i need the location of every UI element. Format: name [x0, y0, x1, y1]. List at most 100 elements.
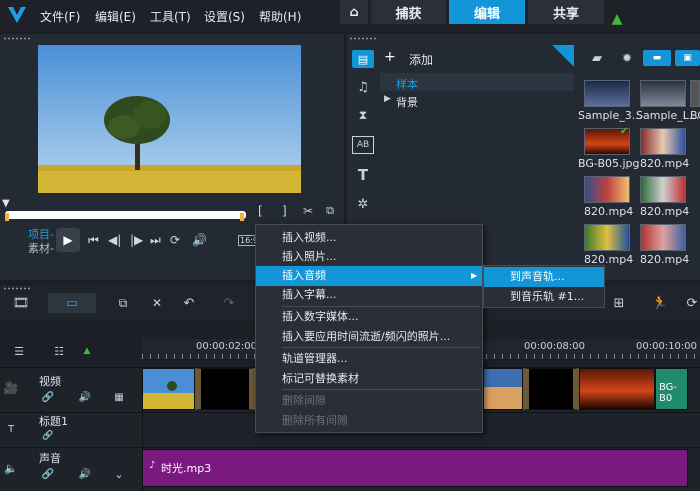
- split-scissors-icon[interactable]: ✂: [300, 203, 316, 219]
- track-label-video: 视频: [39, 375, 61, 388]
- audio-clip[interactable]: ♪ 时光.mp3: [142, 449, 688, 487]
- menu-insert-photo[interactable]: 插入照片...: [256, 247, 482, 267]
- thumb-820-d[interactable]: [584, 224, 630, 251]
- tab-capture[interactable]: 捕获: [371, 0, 446, 24]
- add-track-arrow-icon[interactable]: ▲: [80, 345, 94, 357]
- upload-arrow-icon[interactable]: ▲: [608, 10, 626, 28]
- menu-delete-all-gaps: 删除所有间隙: [282, 414, 348, 427]
- home-tab-button[interactable]: ⌂: [340, 0, 368, 24]
- import-folder-icon[interactable]: ▰: [588, 50, 606, 66]
- thumb-sample-3[interactable]: [584, 80, 630, 107]
- chevron-down-icon[interactable]: ⌄: [112, 467, 126, 481]
- tab-share[interactable]: 共享: [528, 0, 604, 24]
- show-photos-icon[interactable]: ▣: [675, 50, 700, 66]
- thumb-label: 820.mp4: [640, 253, 690, 266]
- grid-icon[interactable]: ⊞: [610, 294, 628, 312]
- storyboard-view-icon[interactable]: 🎞: [10, 294, 32, 312]
- mode-clip[interactable]: 素材-: [28, 240, 54, 256]
- menu-insert-subtitle[interactable]: 插入字幕...: [256, 285, 482, 305]
- context-menu: 插入视频... 插入照片... 插入音频 ▶ 插入字幕... 插入数字媒体...…: [255, 224, 483, 433]
- trim-start-handle[interactable]: [5, 213, 9, 221]
- show-videos-icon[interactable]: ▬: [643, 50, 671, 66]
- title-ab-icon[interactable]: AB: [352, 136, 374, 154]
- previous-frame-button[interactable]: ◀|: [108, 233, 121, 247]
- tools-icon[interactable]: ✕: [148, 294, 166, 312]
- panel-grip[interactable]: [3, 37, 31, 40]
- image-clip-bg[interactable]: [579, 368, 655, 410]
- track-manager-icon[interactable]: ☰: [10, 344, 28, 358]
- settings-gear-icon[interactable]: ✹: [618, 50, 636, 66]
- video-clip-desert[interactable]: [483, 368, 523, 410]
- menu-track-manager[interactable]: 轨道管理器...: [256, 349, 482, 369]
- menu-insert-digital-media[interactable]: 插入数字媒体...: [256, 307, 482, 327]
- video-track-icon: 🎥: [3, 381, 19, 395]
- track-options-icon[interactable]: ▦: [112, 390, 126, 404]
- menu-help[interactable]: 帮助(H): [259, 8, 301, 25]
- panel-grip[interactable]: [3, 287, 31, 290]
- playhead-marker-icon[interactable]: ▼: [2, 198, 12, 209]
- track-volume-icon[interactable]: 🔊: [78, 467, 92, 481]
- link-icon[interactable]: 🔗: [40, 390, 56, 404]
- home-start-button[interactable]: ⏮: [88, 233, 99, 248]
- ruler-time: 00:00:08:00: [524, 341, 586, 352]
- menu-insert-timelapse-photos[interactable]: 插入要应用时间流逝/频闪的照片...: [256, 327, 482, 347]
- redo-icon[interactable]: ↷: [220, 294, 238, 312]
- thumb-sample-l[interactable]: [640, 80, 686, 107]
- transition-clip[interactable]: [523, 368, 579, 410]
- volume-icon[interactable]: 🔊: [192, 233, 207, 247]
- repeat-button[interactable]: ⟳: [170, 233, 180, 247]
- thumb-820-c[interactable]: [640, 176, 686, 203]
- more-icon[interactable]: ⟳: [684, 294, 700, 312]
- panel-grip[interactable]: [349, 37, 377, 40]
- tab-edit[interactable]: 编辑: [449, 0, 525, 24]
- thumb-820-e[interactable]: [640, 224, 686, 251]
- add-folder-button[interactable]: 添加: [409, 51, 433, 68]
- folder-samples[interactable]: 样本: [396, 76, 418, 92]
- copy-clip-icon[interactable]: ⧉: [114, 294, 132, 312]
- folder-backgrounds[interactable]: 背景: [396, 94, 418, 110]
- mark-in-button[interactable]: [: [258, 204, 263, 218]
- menu-to-music-track-1[interactable]: 到音乐轨 #1...: [484, 287, 604, 307]
- chapter-icon[interactable]: ☷: [50, 344, 68, 358]
- track-label-title: 标题1: [39, 415, 68, 428]
- bg-clip[interactable]: BG-B0: [655, 368, 688, 410]
- menubar: 文件(F) 编辑(E) 工具(T) 设置(S) 帮助(H) ⌂ 捕获 编辑 共享…: [0, 0, 700, 32]
- menu-insert-video[interactable]: 插入视频...: [256, 228, 482, 248]
- enlarge-preview-icon[interactable]: ⧉: [322, 203, 338, 219]
- track-volume-icon[interactable]: 🔊: [78, 390, 92, 404]
- media-library-icon[interactable]: ▤: [352, 50, 374, 68]
- expand-arrow-icon[interactable]: ▶: [384, 94, 391, 104]
- link-icon[interactable]: 🔗: [40, 467, 56, 481]
- menu-mark-replaceable[interactable]: 标记可替换素材: [256, 369, 482, 389]
- menu-edit[interactable]: 编辑(E): [95, 8, 136, 25]
- play-button[interactable]: ▶: [56, 228, 80, 252]
- pin-corner-icon[interactable]: [552, 45, 574, 67]
- scrub-bar[interactable]: [5, 211, 246, 219]
- transition-clip[interactable]: [195, 368, 255, 410]
- menu-tools[interactable]: 工具(T): [150, 8, 191, 25]
- add-icon[interactable]: +: [384, 49, 396, 65]
- thumb-820-a[interactable]: [640, 128, 686, 155]
- transition-icon[interactable]: ⧗: [352, 106, 374, 124]
- audio-track-icon: 🔈: [4, 461, 18, 475]
- next-frame-button[interactable]: |▶: [130, 233, 143, 247]
- link-icon[interactable]: 🔗: [40, 430, 56, 442]
- motion-tracking-icon[interactable]: 🏃: [650, 294, 670, 312]
- filter-fx-icon[interactable]: ✲: [352, 195, 374, 213]
- end-button[interactable]: ⏭: [150, 233, 161, 248]
- menu-file[interactable]: 文件(F): [40, 8, 80, 25]
- thumb-partial[interactable]: [690, 80, 700, 107]
- trim-end-handle[interactable]: [240, 213, 244, 221]
- menu-insert-audio[interactable]: 插入音频: [256, 266, 482, 286]
- menu-settings[interactable]: 设置(S): [204, 8, 245, 25]
- video-clip-tree[interactable]: [142, 368, 195, 410]
- menu-to-voice-track[interactable]: 到声音轨...: [484, 267, 604, 287]
- app-logo-icon: [6, 4, 28, 26]
- undo-icon[interactable]: ↶: [180, 294, 198, 312]
- mark-out-button[interactable]: ]: [282, 204, 287, 218]
- timeline-view-icon[interactable]: ▭: [48, 293, 96, 313]
- thumb-820-b[interactable]: [584, 176, 630, 203]
- text-title-icon[interactable]: T: [352, 166, 374, 184]
- audio-clip-icon: ♪: [149, 460, 156, 471]
- instant-project-icon[interactable]: ♫: [352, 78, 374, 96]
